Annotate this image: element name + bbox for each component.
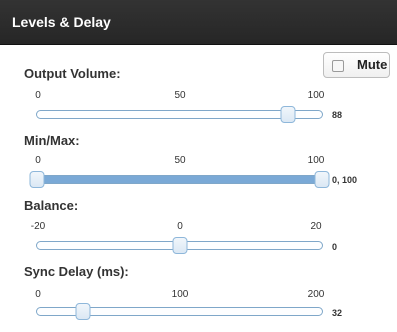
output-volume-tick-max: 100 — [307, 90, 325, 101]
balance-slider[interactable] — [36, 237, 323, 254]
mute-checkbox[interactable] — [332, 60, 344, 72]
min-max-slider[interactable] — [29, 171, 330, 188]
sync-delay-value: 32 — [332, 308, 343, 318]
min-max-range-fill — [37, 176, 322, 183]
balance-tick-max: 20 — [310, 221, 322, 232]
min-max-value: 0, 100 — [332, 175, 358, 185]
min-max-min-handle[interactable] — [29, 171, 45, 188]
output-volume-slider[interactable] — [36, 106, 323, 123]
sync-delay-handle[interactable] — [75, 303, 91, 320]
min-max-max-handle[interactable] — [314, 171, 330, 188]
sync-delay-slider[interactable] — [36, 303, 323, 320]
panel-header: Levels & Delay — [0, 0, 397, 45]
output-volume-label: Output Volume: — [24, 66, 121, 81]
mute-label: Mute — [357, 57, 388, 72]
min-max-label: Min/Max: — [24, 133, 80, 148]
balance-tick-mid: 0 — [177, 221, 183, 232]
balance-tick-min: -20 — [30, 221, 46, 232]
output-volume-value: 88 — [332, 110, 343, 120]
mute-toggle-button[interactable]: Mute — [323, 52, 390, 78]
panel-title: Levels & Delay — [12, 14, 111, 30]
sync-delay-tick-mid: 100 — [171, 289, 189, 300]
output-volume-tick-mid: 50 — [174, 90, 186, 101]
output-volume-handle[interactable] — [280, 106, 296, 123]
min-max-tick-max: 100 — [307, 155, 325, 166]
min-max-tick-min: 0 — [35, 155, 41, 166]
output-volume-tick-min: 0 — [35, 90, 41, 101]
levels-delay-panel: Levels & Delay Mute Output Volume: 0 50 … — [0, 0, 397, 332]
sync-delay-tick-max: 200 — [307, 289, 325, 300]
sync-delay-tick-min: 0 — [35, 289, 41, 300]
sync-delay-label: Sync Delay (ms): — [24, 264, 129, 279]
min-max-tick-mid: 50 — [174, 155, 186, 166]
balance-handle[interactable] — [172, 237, 187, 254]
balance-label: Balance: — [24, 198, 79, 213]
balance-value: 0 — [332, 242, 338, 252]
